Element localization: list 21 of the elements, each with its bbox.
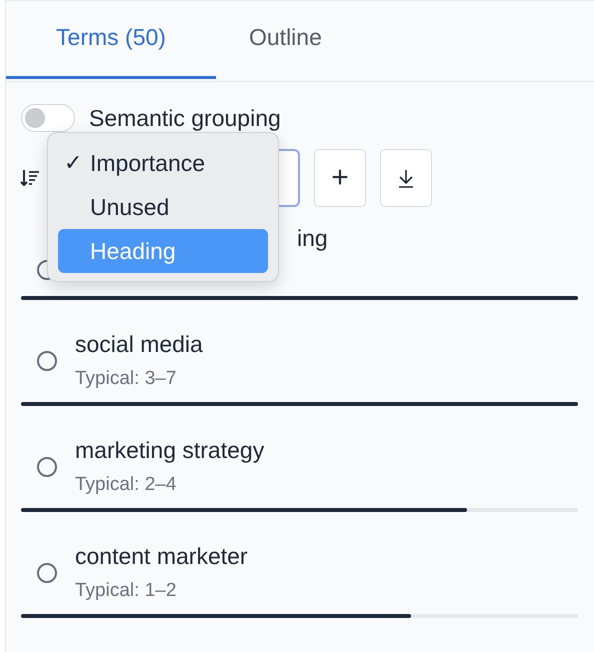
typical-range: Typical: 2–4 [75, 474, 178, 496]
toggle-switch[interactable] [21, 104, 75, 132]
download-button[interactable] [380, 149, 432, 207]
typical-range: Typical: 3–7 [75, 368, 178, 390]
sort-icon[interactable] [20, 168, 40, 188]
term-name: content marketer [75, 543, 248, 570]
term-name: ing [297, 225, 328, 252]
menu-item[interactable]: Unused [58, 185, 268, 229]
check-icon: ✓ [64, 150, 90, 176]
radio-button[interactable] [37, 456, 57, 476]
menu-item[interactable]: ✓ Importance [58, 141, 268, 185]
tab[interactable]: Terms (50) [6, 0, 216, 79]
toggle-label: Semantic grouping [89, 104, 281, 132]
radio-button[interactable] [37, 562, 57, 582]
download-icon [396, 167, 416, 189]
radio-button[interactable] [37, 350, 57, 370]
term-name: marketing strategy [75, 437, 264, 464]
term-name: social media [75, 331, 203, 358]
typical-range: Typical: 1–2 [75, 580, 178, 602]
add-button[interactable]: + [314, 149, 366, 207]
tab[interactable]: Outline [216, 0, 355, 79]
